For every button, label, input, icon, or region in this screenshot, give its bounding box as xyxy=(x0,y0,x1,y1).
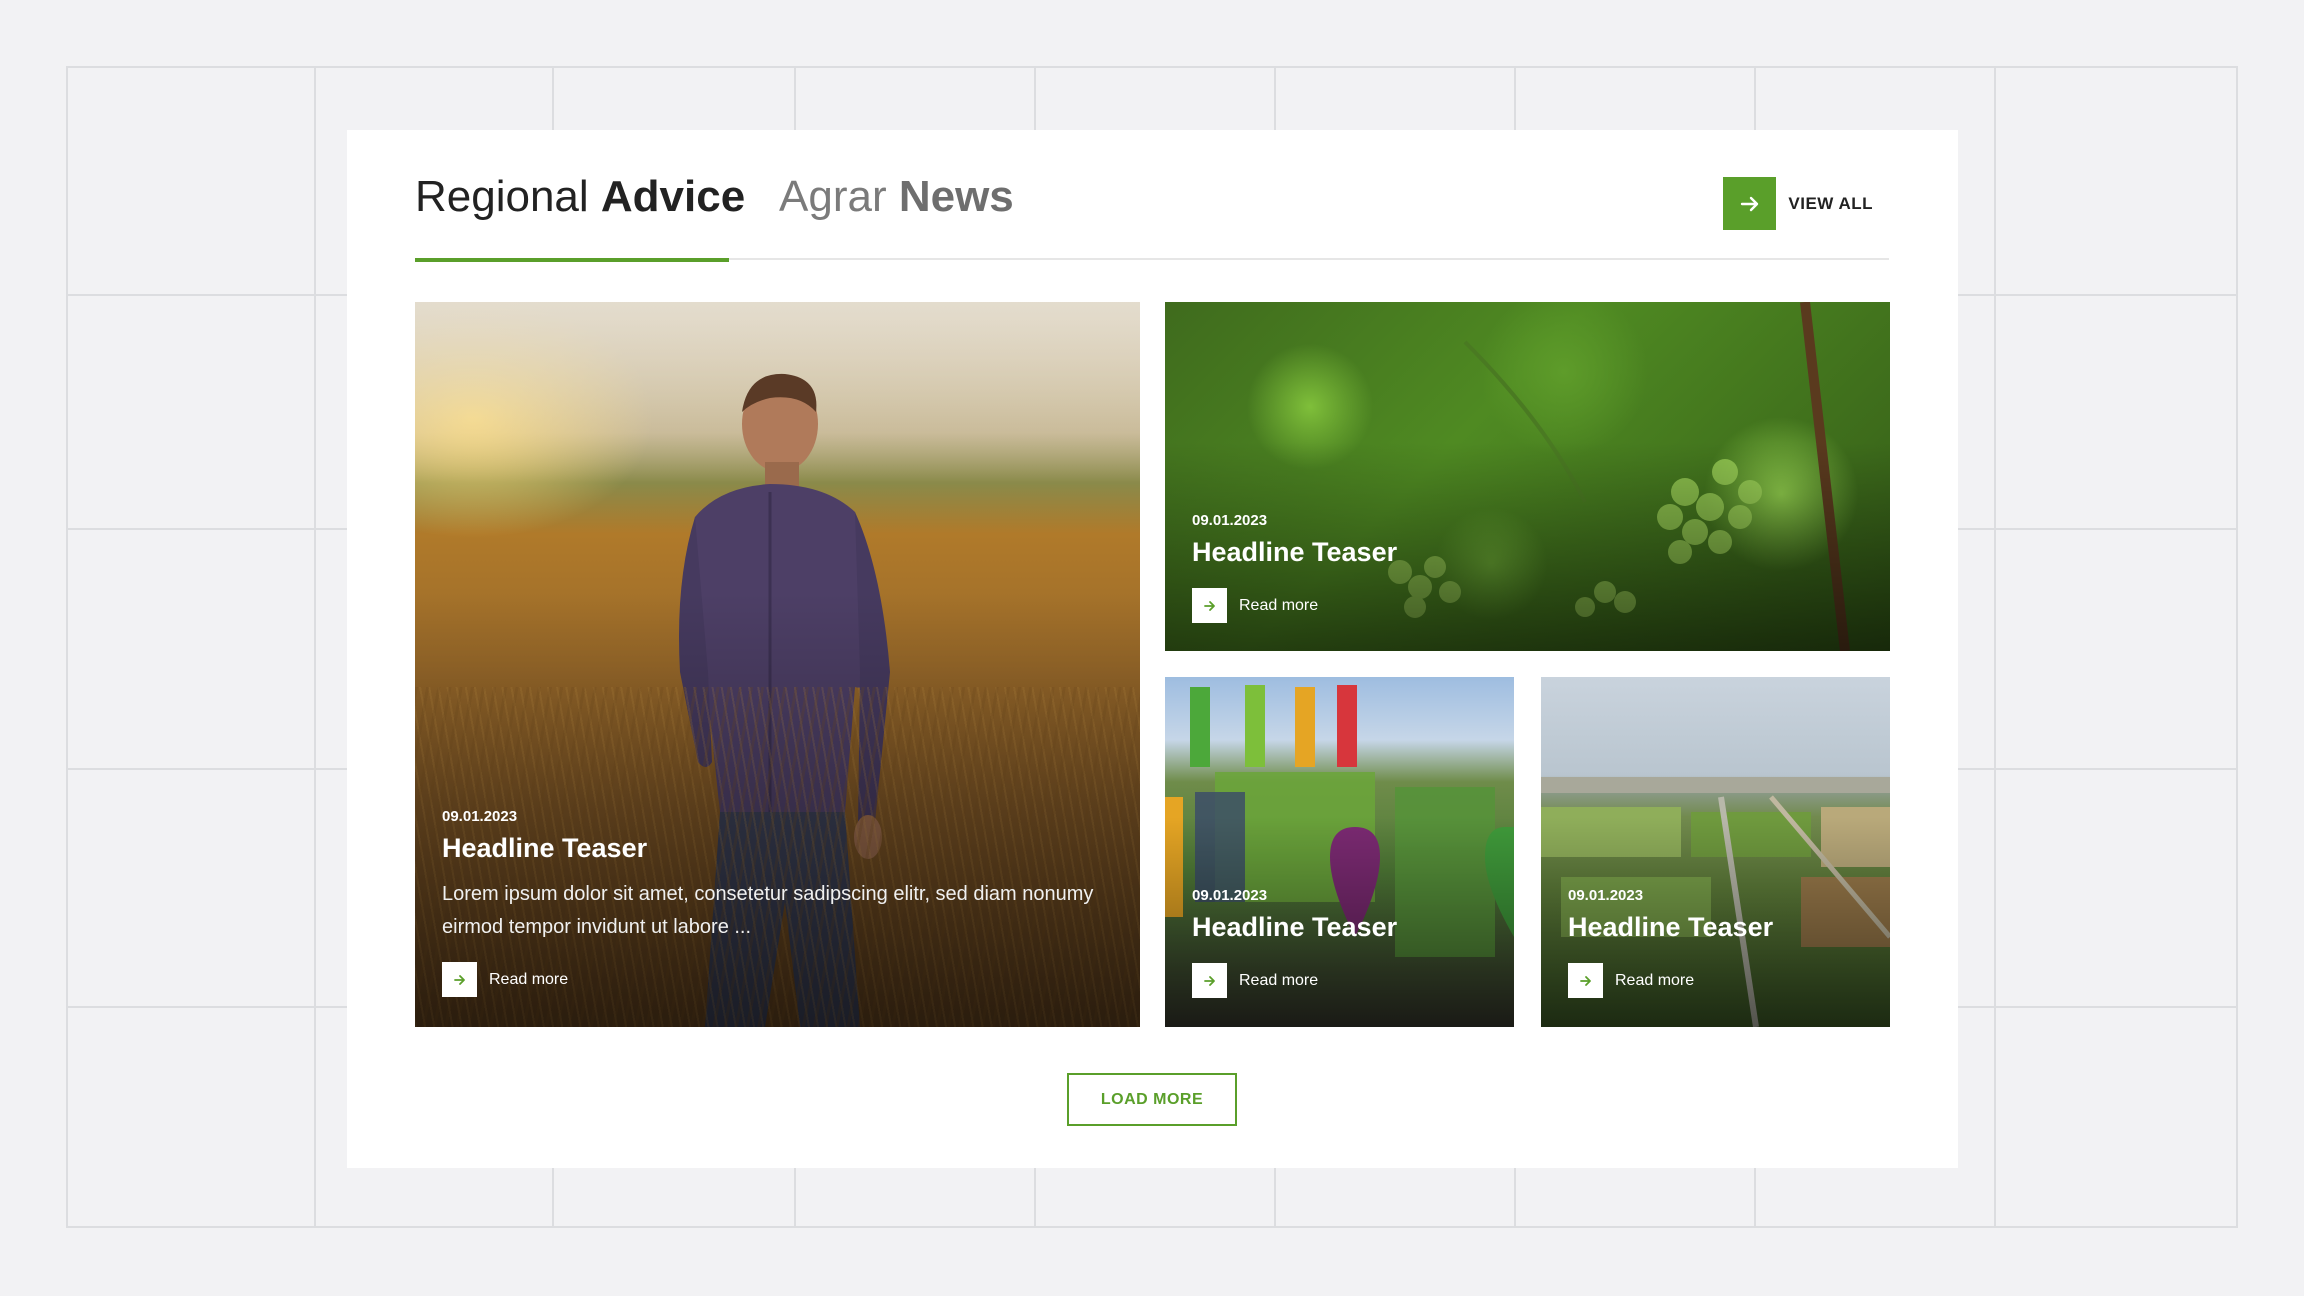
teaser-card-small[interactable]: 09.01.2023 Headline Teaser Read more xyxy=(1165,677,1514,1027)
read-more-link[interactable]: Read more xyxy=(442,962,1113,997)
teaser-card-small[interactable]: 09.01.2023 Headline Teaser Read more xyxy=(1541,677,1890,1027)
read-more-label: Read more xyxy=(1239,971,1319,989)
card-content: 09.01.2023 Headline Teaser Read more xyxy=(1568,887,1863,998)
card-date: 09.01.2023 xyxy=(442,808,518,825)
arrow-right-icon xyxy=(1192,963,1227,998)
read-more-link[interactable]: Read more xyxy=(1568,963,1863,998)
teaser-panel: Regional Advice Agrar News VIEW ALL 09.0… xyxy=(347,130,1958,1168)
card-headline[interactable]: Headline Teaser xyxy=(1568,912,1863,943)
card-date: 09.01.2023 xyxy=(1192,887,1268,904)
teaser-card-wide[interactable]: 09.01.2023 Headline Teaser Read more xyxy=(1165,302,1890,651)
view-all-label: VIEW ALL xyxy=(1788,193,1873,213)
card-excerpt: Lorem ipsum dolor sit amet, consetetur s… xyxy=(442,883,1094,938)
view-all-button[interactable]: VIEW ALL xyxy=(1723,177,1873,230)
read-more-label: Read more xyxy=(1239,596,1319,614)
arrow-right-icon xyxy=(442,962,477,997)
card-date: 09.01.2023 xyxy=(1568,887,1644,904)
tab-label-bold: News xyxy=(898,172,1014,221)
card-content: 09.01.2023 Headline Teaser Read more xyxy=(1192,887,1487,998)
card-content: 09.01.2023 Headline Teaser Read more xyxy=(1192,512,1863,623)
card-headline[interactable]: Headline Teaser xyxy=(1192,537,1863,568)
tab-regional-advice[interactable]: Regional Advice xyxy=(415,172,746,262)
read-more-label: Read more xyxy=(489,970,569,988)
load-more-button[interactable]: LOAD MORE xyxy=(1067,1073,1237,1126)
arrow-right-icon xyxy=(1192,588,1227,623)
read-more-label: Read more xyxy=(1615,971,1695,989)
tab-label-bold: Advice xyxy=(600,172,746,221)
teaser-card-large[interactable]: 09.01.2023 Headline Teaser Lorem ipsum d… xyxy=(415,302,1140,1027)
read-more-link[interactable]: Read more xyxy=(1192,963,1487,998)
card-headline[interactable]: Headline Teaser xyxy=(1192,912,1487,943)
arrow-right-icon xyxy=(1723,177,1777,230)
card-headline[interactable]: Headline Teaser xyxy=(442,833,1113,864)
tab-agrar-news[interactable]: Agrar News xyxy=(779,172,1014,258)
read-more-link[interactable]: Read more xyxy=(1192,588,1863,623)
tab-label-light: Regional xyxy=(415,172,601,221)
card-date: 09.01.2023 xyxy=(1192,512,1268,529)
tabs-bar: Regional Advice Agrar News VIEW ALL xyxy=(415,130,1889,262)
card-content: 09.01.2023 Headline Teaser Lorem ipsum d… xyxy=(442,808,1113,997)
tab-label-light: Agrar xyxy=(779,172,899,221)
arrow-right-icon xyxy=(1568,963,1603,998)
